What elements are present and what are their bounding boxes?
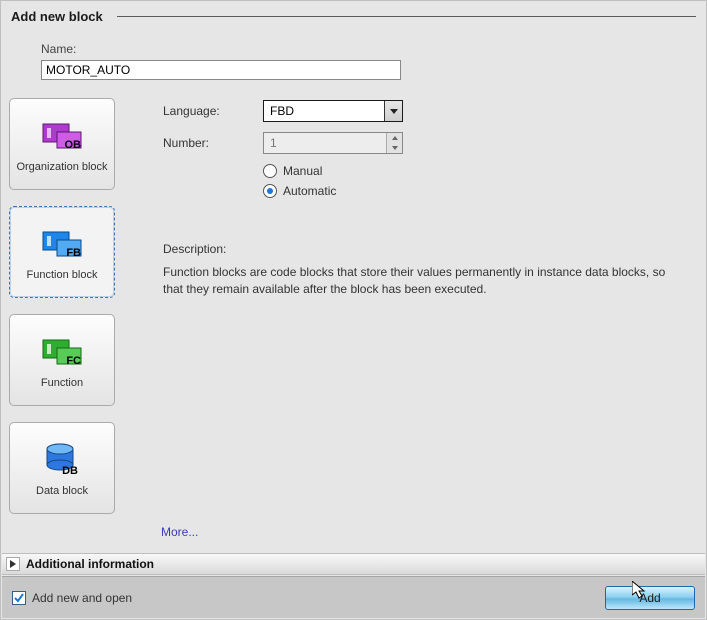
- expander-label: Additional information: [26, 557, 154, 571]
- number-label: Number:: [163, 136, 263, 150]
- block-type-db[interactable]: DB Data block: [9, 422, 115, 514]
- block-type-fb[interactable]: FB Function block: [9, 206, 115, 298]
- add-button[interactable]: Add: [605, 586, 695, 610]
- spinner-up-icon[interactable]: [387, 133, 402, 143]
- fc-label: Function: [37, 377, 87, 390]
- block-type-ob[interactable]: OB Organization block: [9, 98, 115, 190]
- ob-icon: OB: [41, 115, 83, 155]
- mode-manual-label: Manual: [283, 164, 322, 178]
- svg-text:DB: DB: [62, 465, 78, 476]
- name-label: Name:: [41, 42, 676, 56]
- dialog-add-new-block: Add new block Name: OB Organization bloc…: [0, 0, 707, 620]
- svg-text:OB: OB: [65, 139, 82, 150]
- spinner-buttons: [386, 133, 402, 153]
- ob-label: Organization block: [12, 161, 111, 174]
- dialog-footer: Add new and open Add: [2, 576, 705, 618]
- dialog-header: Add new block: [1, 1, 706, 36]
- number-row: Number: 1: [163, 132, 698, 154]
- language-label: Language:: [163, 104, 263, 118]
- language-combo[interactable]: FBD: [263, 100, 403, 122]
- dialog-title: Add new block: [11, 9, 103, 24]
- language-value: FBD: [264, 104, 384, 118]
- chevron-right-icon: [6, 557, 20, 571]
- properties-panel: Language: FBD Number: 1 Manual: [125, 94, 698, 522]
- add-and-open-label: Add new and open: [32, 591, 132, 605]
- block-type-fc[interactable]: FC Function: [9, 314, 115, 406]
- mode-automatic-row[interactable]: Automatic: [263, 184, 698, 198]
- name-input[interactable]: [41, 60, 401, 80]
- name-area: Name:: [1, 36, 706, 94]
- description-text: Function blocks are code blocks that sto…: [163, 264, 686, 298]
- radio-selected-icon: [263, 184, 277, 198]
- checkbox-icon[interactable]: [12, 591, 26, 605]
- db-label: Data block: [32, 485, 92, 498]
- description-label: Description:: [163, 242, 686, 256]
- add-button-label: Add: [639, 591, 660, 605]
- chevron-down-icon: [384, 101, 402, 121]
- number-value: 1: [264, 136, 386, 150]
- radio-icon: [263, 164, 277, 178]
- additional-info-expander[interactable]: Additional information: [2, 553, 705, 575]
- fc-icon: FC: [41, 331, 83, 371]
- more-link[interactable]: More...: [161, 525, 198, 539]
- fb-label: Function block: [23, 269, 102, 282]
- spinner-down-icon[interactable]: [387, 143, 402, 153]
- mode-manual-row[interactable]: Manual: [263, 164, 698, 178]
- db-icon: DB: [44, 439, 80, 479]
- mode-automatic-label: Automatic: [283, 184, 336, 198]
- language-row: Language: FBD: [163, 100, 698, 122]
- block-type-list: OB Organization block FB Function block: [9, 94, 125, 522]
- main-area: OB Organization block FB Function block: [1, 94, 706, 522]
- description-block: Description: Function blocks are code bl…: [163, 242, 698, 298]
- separator: [117, 16, 696, 17]
- svg-text:FB: FB: [66, 247, 81, 258]
- fb-icon: FB: [41, 223, 83, 263]
- number-spinner[interactable]: 1: [263, 132, 403, 154]
- svg-text:FC: FC: [66, 355, 81, 366]
